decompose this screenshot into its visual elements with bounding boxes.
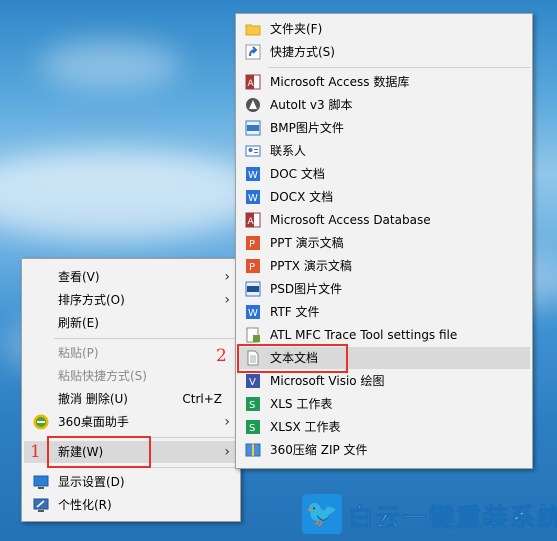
display-settings-icon <box>33 474 49 490</box>
autoit-icon <box>245 97 261 113</box>
access-icon: A <box>245 74 261 90</box>
shortcut-icon <box>245 44 261 60</box>
360-assistant-icon <box>33 414 49 430</box>
svg-text:W: W <box>248 308 258 319</box>
access-icon: A <box>245 212 261 228</box>
submenu-item-psd[interactable]: PSD图片文件 <box>238 278 530 300</box>
new-submenu: 文件夹(F) 快捷方式(S) A Microsoft Access 数据库 Au… <box>235 13 533 469</box>
menu-separator <box>268 67 530 68</box>
submenu-item-360-zip[interactable]: 360压缩 ZIP 文件 <box>238 439 530 461</box>
submenu-item-access-database[interactable]: A Microsoft Access Database <box>238 209 530 231</box>
submenu-item-pptx[interactable]: P PPTX 演示文稿 <box>238 255 530 277</box>
submenu-item-access-db[interactable]: A Microsoft Access 数据库 <box>238 71 530 93</box>
submenu-item-xls[interactable]: S XLS 工作表 <box>238 393 530 415</box>
submenu-item-atl-trace[interactable]: ATL MFC Trace Tool settings file <box>238 324 530 346</box>
menu-item-undo-delete[interactable]: 撤消 删除(U) Ctrl+Z <box>24 388 238 410</box>
menu-item-paste-shortcut[interactable]: 粘贴快捷方式(S) <box>24 365 238 387</box>
folder-icon <box>245 21 261 37</box>
powerpoint-icon: P <box>245 235 261 251</box>
submenu-item-contact[interactable]: 联系人 <box>238 140 530 162</box>
submenu-item-folder[interactable]: 文件夹(F) <box>238 18 530 40</box>
personalize-icon <box>33 497 49 513</box>
annotation-box-text-document <box>237 344 348 373</box>
svg-text:A: A <box>248 79 255 89</box>
submenu-item-xlsx[interactable]: S XLSX 工作表 <box>238 416 530 438</box>
bmp-icon <box>245 120 261 136</box>
brand-watermark: 🐦 白云一键重装系统 <box>302 494 557 534</box>
menu-item-personalize[interactable]: 个性化(R) <box>24 494 238 516</box>
chevron-right-icon: › <box>224 269 230 285</box>
bird-logo-icon: 🐦 <box>302 494 342 534</box>
submenu-item-doc[interactable]: W DOC 文档 <box>238 163 530 185</box>
svg-text:A: A <box>248 217 255 227</box>
submenu-item-bmp[interactable]: BMP图片文件 <box>238 117 530 139</box>
annotation-box-new <box>47 436 151 468</box>
svg-text:S: S <box>249 423 255 434</box>
menu-separator <box>54 338 238 339</box>
submenu-item-shortcut[interactable]: 快捷方式(S) <box>238 41 530 63</box>
chevron-right-icon: › <box>224 414 230 430</box>
word-icon: W <box>245 166 261 182</box>
shortcut-text: Ctrl+Z <box>182 392 222 406</box>
word-icon: W <box>245 189 261 205</box>
trace-tool-icon <box>245 327 261 343</box>
menu-item-display-settings[interactable]: 显示设置(D) <box>24 471 238 493</box>
svg-text:W: W <box>248 170 258 181</box>
svg-text:P: P <box>249 262 255 273</box>
powerpoint-icon: P <box>245 258 261 274</box>
svg-text:W: W <box>248 193 258 204</box>
menu-item-360-assistant[interactable]: 360桌面助手 › <box>24 411 238 433</box>
submenu-item-ppt[interactable]: P PPT 演示文稿 <box>238 232 530 254</box>
submenu-item-rtf[interactable]: W RTF 文件 <box>238 301 530 323</box>
word-icon: W <box>245 304 261 320</box>
contact-icon <box>245 143 261 159</box>
svg-text:S: S <box>249 400 255 411</box>
visio-icon: V <box>245 373 261 389</box>
svg-text:P: P <box>249 239 255 250</box>
submenu-item-autoit-script[interactable]: AutoIt v3 脚本 <box>238 94 530 116</box>
desktop-context-menu: 查看(V) › 排序方式(O) › 刷新(E) 粘贴(P) 粘贴快捷方式(S) … <box>21 258 241 522</box>
annotation-step-1: 1 <box>30 442 41 462</box>
annotation-step-2: 2 <box>216 346 227 366</box>
submenu-item-visio[interactable]: V Microsoft Visio 绘图 <box>238 370 530 392</box>
chevron-right-icon: › <box>224 444 230 460</box>
zip-icon <box>245 442 261 458</box>
menu-item-refresh[interactable]: 刷新(E) <box>24 312 238 334</box>
psd-icon <box>245 281 261 297</box>
excel-icon: S <box>245 419 261 435</box>
chevron-right-icon: › <box>224 292 230 308</box>
menu-item-paste[interactable]: 粘贴(P) <box>24 342 238 364</box>
submenu-item-docx[interactable]: W DOCX 文档 <box>238 186 530 208</box>
svg-text:V: V <box>249 377 256 388</box>
menu-item-sort-by[interactable]: 排序方式(O) › <box>24 289 238 311</box>
menu-item-view[interactable]: 查看(V) › <box>24 266 238 288</box>
excel-icon: S <box>245 396 261 412</box>
brand-text: 白云一键重装系统 <box>347 503 557 533</box>
